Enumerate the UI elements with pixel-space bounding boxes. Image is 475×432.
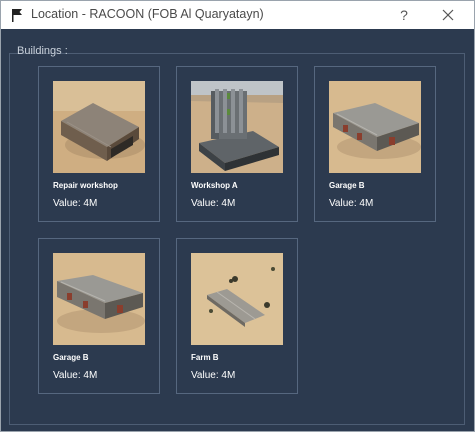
workshop-a-image <box>191 81 283 173</box>
buildings-group-label: Buildings : <box>17 45 68 57</box>
building-value: Value: 4M <box>191 198 235 209</box>
value-label: Value: <box>329 198 357 209</box>
building-value: Value: 4M <box>191 370 235 381</box>
building-card[interactable]: Repair workshop Value: 4M <box>38 66 160 222</box>
dialog-content: Buildings : Repair workshop Value: 4M Wo… <box>1 29 474 431</box>
value-amount: 4M <box>221 198 236 209</box>
value-label: Value: <box>53 370 81 381</box>
building-card[interactable]: Farm B Value: 4M <box>176 238 298 394</box>
close-button[interactable] <box>433 4 463 26</box>
value-label: Value: <box>191 370 219 381</box>
value-amount: 4M <box>83 198 98 209</box>
building-name: Garage B <box>53 353 89 362</box>
value-amount: 4M <box>221 370 236 381</box>
building-card[interactable]: Workshop A Value: 4M <box>176 66 298 222</box>
building-card[interactable]: Garage B Value: 4M <box>38 238 160 394</box>
value-amount: 4M <box>83 370 98 381</box>
value-label: Value: <box>53 198 81 209</box>
building-name: Farm B <box>191 353 219 362</box>
garage-b-image <box>53 253 145 345</box>
farm-b-image <box>191 253 283 345</box>
repair-workshop-image <box>53 81 145 173</box>
value-amount: 4M <box>359 198 374 209</box>
help-button[interactable]: ? <box>393 4 415 26</box>
garage-b-image <box>329 81 421 173</box>
flag-icon <box>12 9 22 22</box>
building-name: Repair workshop <box>53 181 118 190</box>
building-value: Value: 4M <box>53 370 97 381</box>
close-icon <box>442 9 454 21</box>
location-dialog: Location - RACOON (FOB Al Quaryatayn) ? … <box>0 0 475 432</box>
building-name: Workshop A <box>191 181 238 190</box>
value-label: Value: <box>191 198 219 209</box>
window-title: Location - RACOON (FOB Al Quaryatayn) <box>31 7 264 21</box>
building-value: Value: 4M <box>53 198 97 209</box>
building-value: Value: 4M <box>329 198 373 209</box>
title-bar[interactable]: Location - RACOON (FOB Al Quaryatayn) ? <box>1 1 474 29</box>
building-card[interactable]: Garage B Value: 4M <box>314 66 436 222</box>
building-name: Garage B <box>329 181 365 190</box>
